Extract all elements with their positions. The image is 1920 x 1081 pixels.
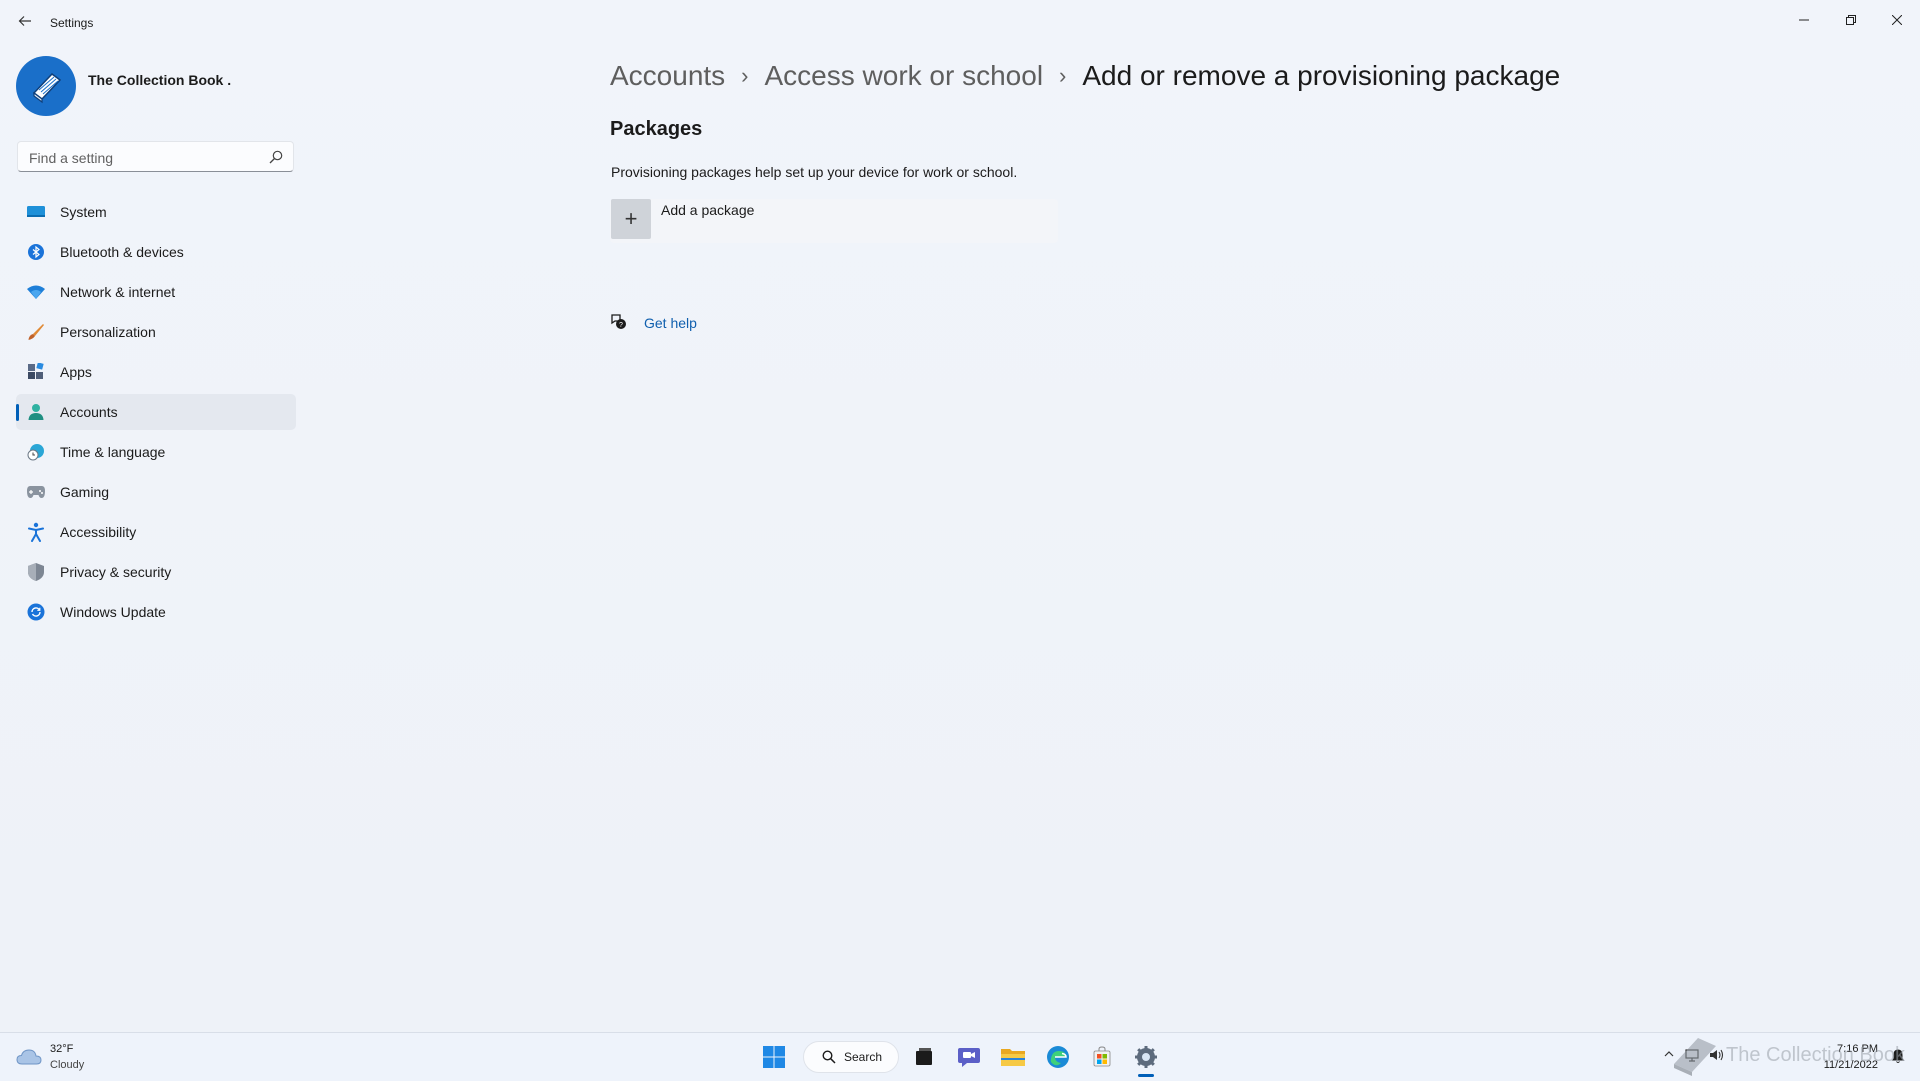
close-icon [1892, 15, 1902, 25]
svg-text:?: ? [619, 322, 623, 329]
chat-button[interactable] [954, 1042, 984, 1072]
tray-overflow-chevron-icon[interactable] [1664, 1047, 1674, 1061]
breadcrumb-separator: › [1059, 63, 1067, 88]
close-button[interactable] [1874, 8, 1920, 32]
store-button[interactable] [1087, 1042, 1117, 1072]
weather-temperature: 32°F [50, 1043, 74, 1055]
notification-bell-icon[interactable] [1890, 1048, 1906, 1064]
plus-icon: + [624, 206, 638, 231]
help-chat-icon: ? [611, 314, 626, 329]
sidebar-item-personalization[interactable]: Personalization [16, 314, 296, 350]
weather-condition: Cloudy [50, 1059, 85, 1071]
task-view-icon [916, 1048, 932, 1065]
shield-icon [26, 562, 46, 582]
add-package-button[interactable]: + [611, 199, 651, 239]
search-icon [822, 1050, 836, 1064]
back-button[interactable] [14, 14, 36, 34]
sidebar-item-gaming[interactable]: Gaming [16, 474, 296, 510]
breadcrumb-access-work-link[interactable]: Access work or school [765, 60, 1044, 92]
search-icon[interactable] [269, 150, 283, 164]
section-title: Packages [610, 118, 703, 140]
sidebar-item-label: Personalization [60, 324, 156, 340]
settings-taskbar-button[interactable] [1131, 1042, 1161, 1072]
task-view-button[interactable] [909, 1042, 939, 1072]
windows-start-icon [763, 1046, 785, 1068]
taskbar-search-label: Search [844, 1050, 883, 1064]
sidebar-item-label: Windows Update [60, 604, 166, 620]
sidebar-nav: System Bluetooth & devices Network & int… [16, 194, 296, 634]
edge-icon [1047, 1046, 1069, 1068]
breadcrumb-separator: › [741, 63, 749, 88]
sidebar-item-label: Network & internet [60, 284, 176, 300]
sidebar-item-label: System [60, 204, 107, 220]
settings-icon [1135, 1046, 1157, 1068]
sidebar-item-label: Apps [60, 364, 92, 380]
avatar[interactable] [16, 56, 76, 116]
sidebar-item-label: Privacy & security [60, 564, 172, 580]
edge-button[interactable] [1043, 1042, 1073, 1072]
sidebar-item-label: Accounts [60, 404, 118, 420]
get-help-label[interactable]: Get help [644, 315, 697, 331]
gamepad-icon [26, 482, 46, 502]
start-button[interactable] [759, 1042, 789, 1072]
restore-icon [1846, 15, 1856, 25]
wifi-icon [26, 282, 46, 302]
title-bar: Settings [0, 0, 1920, 48]
clock-time[interactable]: 7:16 PM [1837, 1043, 1878, 1055]
active-app-indicator [1138, 1074, 1154, 1077]
store-icon [1093, 1046, 1111, 1067]
add-package-label: Add a package [661, 202, 755, 218]
sidebar-item-bluetooth[interactable]: Bluetooth & devices [16, 234, 296, 270]
accessibility-icon [26, 522, 46, 542]
page-title: Add or remove a provisioning package [1082, 60, 1561, 91]
sidebar-item-time-language[interactable]: Time & language [16, 434, 296, 470]
sidebar-item-system[interactable]: System [16, 194, 296, 230]
section-description: Provisioning packages help set up your d… [611, 164, 1018, 180]
clock-date[interactable]: 11/21/2022 [1824, 1059, 1878, 1071]
volume-icon[interactable] [1708, 1047, 1724, 1063]
person-icon [26, 402, 46, 422]
update-icon [26, 602, 46, 622]
taskbar: 32°F Cloudy Search 7:16 PM 11/21/2022 [0, 1032, 1920, 1081]
settings-window: Settings The Collection Book . System [0, 0, 1920, 1032]
network-icon[interactable] [1684, 1047, 1700, 1063]
sidebar-item-label: Accessibility [60, 524, 137, 540]
breadcrumb: Accounts › Access work or school › Add o… [610, 54, 1560, 98]
file-explorer-icon [1001, 1049, 1025, 1066]
book-logo-icon [32, 72, 62, 104]
sidebar-item-privacy-security[interactable]: Privacy & security [16, 554, 296, 590]
breadcrumb-accounts-link[interactable]: Accounts [610, 60, 725, 92]
profile-name: The Collection Book . [88, 72, 232, 88]
system-tray: 7:16 PM 11/21/2022 [1660, 1033, 1920, 1081]
brush-icon [26, 322, 46, 342]
sidebar-item-accounts[interactable]: Accounts [16, 394, 296, 430]
sidebar-item-label: Gaming [60, 484, 110, 500]
minimize-button[interactable] [1781, 8, 1827, 32]
settings-search-box[interactable] [17, 141, 294, 172]
sidebar-item-network[interactable]: Network & internet [16, 274, 296, 310]
cloud-icon [16, 1049, 42, 1065]
add-package-row[interactable]: + Add a package [610, 199, 1058, 243]
sidebar-item-apps[interactable]: Apps [16, 354, 296, 390]
back-arrow-icon [18, 16, 31, 26]
sidebar-item-label: Time & language [60, 444, 166, 460]
file-explorer-button[interactable] [998, 1042, 1028, 1072]
monitor-icon [26, 202, 46, 222]
sidebar-item-label: Bluetooth & devices [60, 244, 184, 260]
chat-icon [958, 1048, 980, 1067]
minimize-icon [1799, 19, 1809, 21]
restore-button[interactable] [1828, 8, 1874, 32]
sidebar-item-windows-update[interactable]: Windows Update [16, 594, 296, 630]
active-indicator [16, 404, 19, 421]
apps-icon [26, 362, 46, 382]
sidebar-item-accessibility[interactable]: Accessibility [16, 514, 296, 550]
clock-globe-icon [26, 442, 46, 462]
search-input[interactable] [27, 147, 261, 169]
taskbar-search-button[interactable]: Search [803, 1041, 899, 1073]
bluetooth-icon [26, 242, 46, 262]
app-title: Settings [50, 16, 94, 30]
